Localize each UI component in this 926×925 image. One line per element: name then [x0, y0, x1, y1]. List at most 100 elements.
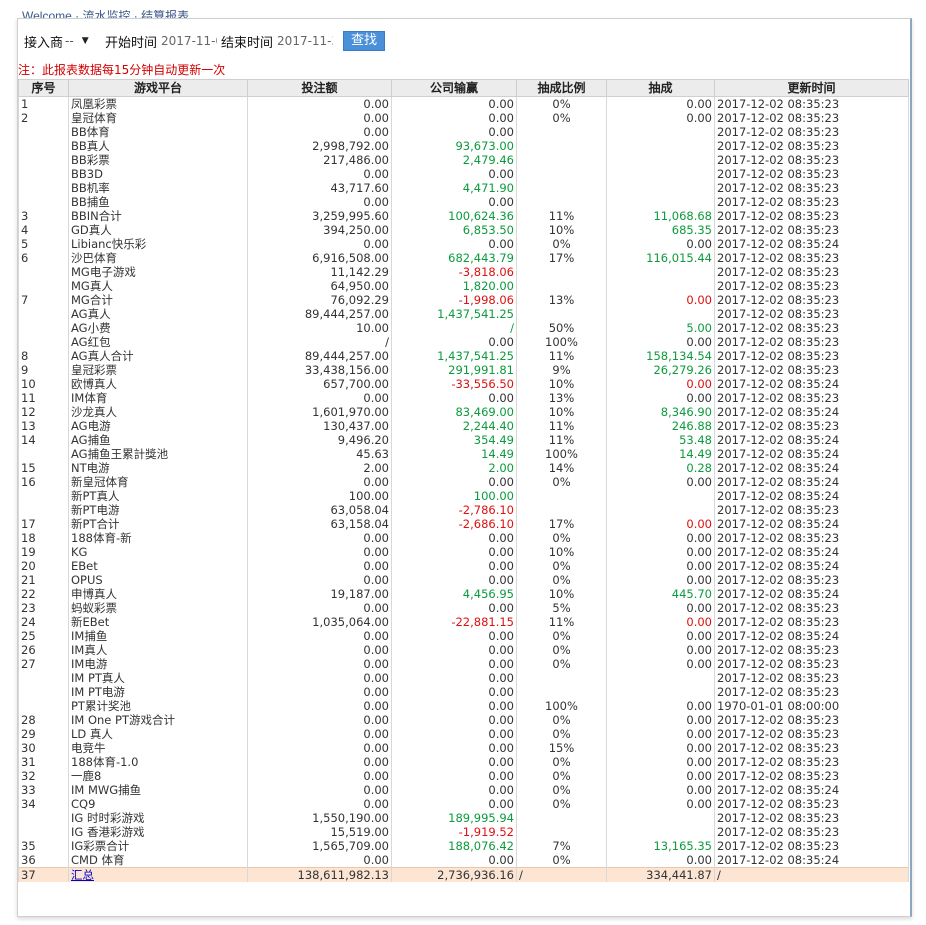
cell-update-time: 2017-12-02 08:35:23: [714, 125, 909, 139]
cell-platform: 188体育-1.0: [68, 755, 248, 769]
cell-platform: AG真人: [68, 307, 248, 321]
cell-update-time: 2017-12-02 08:35:24: [714, 783, 909, 797]
total-commission: 334,441.87: [606, 867, 715, 882]
cell-bet: 2.00: [247, 461, 392, 475]
cell-commission: 5.00: [606, 321, 715, 335]
cell-platform: 一鹿8: [68, 769, 248, 783]
table-row: 新PT真人 100.00 100.00 2017-12-02 08:35:24: [18, 489, 909, 503]
search-button[interactable]: 查找: [343, 31, 386, 51]
cell-commission: [606, 139, 715, 153]
cell-no: 17: [18, 517, 69, 531]
column-header-update-time[interactable]: 更新时间: [714, 79, 909, 97]
cell-platform: CQ9: [68, 797, 248, 811]
cell-commission: 0.00: [606, 797, 715, 811]
agent-select-value: --: [65, 34, 74, 48]
table-row: 31 188体育-1.0 0.00 0.00 0% 0.00 2017-12-02 08:3…: [18, 755, 909, 769]
cell-ratio: 0%: [516, 237, 607, 251]
cell-company-win: 4,456.95: [391, 587, 517, 601]
cell-platform: 新皇冠体育: [68, 475, 248, 489]
cell-platform: 皇冠彩票: [68, 363, 248, 377]
end-time-input[interactable]: 2017-11-30: [277, 32, 333, 50]
cell-commission: 0.00: [606, 517, 715, 531]
cell-company-win: 93,673.00: [391, 139, 517, 153]
agent-select[interactable]: -- ▼: [65, 32, 99, 50]
column-header-commission[interactable]: 抽成: [606, 79, 715, 97]
cell-company-win: -3,818.06: [391, 265, 517, 279]
cell-update-time: 2017-12-02 08:35:23: [714, 419, 909, 433]
cell-ratio: [516, 685, 607, 699]
cell-update-time: 2017-12-02 08:35:24: [714, 475, 909, 489]
cell-update-time: 2017-12-02 08:35:24: [714, 517, 909, 531]
total-no: 37: [18, 867, 69, 882]
cell-platform: BB真人: [68, 139, 248, 153]
cell-ratio: 0%: [516, 643, 607, 657]
settlement-report-table: 序号 游戏平台 投注额 公司输赢 抽成比例 抽成 更新时间 1 凤凰彩票 0.00 0…: [18, 79, 909, 882]
column-header-platform[interactable]: 游戏平台: [68, 79, 248, 97]
cell-company-win: 0.00: [391, 195, 517, 209]
cell-no: [18, 125, 69, 139]
cell-update-time: 2017-12-02 08:35:23: [714, 349, 909, 363]
table-row: 6 沙巴体育 6,916,508.00 682,443.79 17% 116,015.44…: [18, 251, 909, 265]
cell-bet: 0.00: [247, 195, 392, 209]
cell-ratio: 0%: [516, 853, 607, 868]
cell-ratio: 11%: [516, 209, 607, 223]
cell-company-win: 0.00: [391, 125, 517, 139]
cell-ratio: 13%: [516, 293, 607, 307]
cell-update-time: 2017-12-02 08:35:23: [714, 307, 909, 321]
start-time-input[interactable]: 2017-11-01: [161, 32, 217, 50]
cell-no: 31: [18, 755, 69, 769]
cell-commission: 14.49: [606, 447, 715, 461]
cell-update-time: 2017-12-02 08:35:23: [714, 195, 909, 209]
cell-commission: 0.00: [606, 573, 715, 587]
cell-company-win: 0.00: [391, 797, 517, 811]
table-row: 10 欧博真人 657,700.00 -33,556.50 10% 0.00 2017-12…: [18, 377, 909, 391]
cell-ratio: 0%: [516, 797, 607, 811]
cell-company-win: 189,995.94: [391, 811, 517, 825]
cell-platform: 新PT电游: [68, 503, 248, 517]
cell-commission: 0.00: [606, 531, 715, 545]
column-header-company-win[interactable]: 公司输赢: [391, 79, 517, 97]
table-row: BB机率 43,717.60 4,471.90 2017-12-02 08:35:23: [18, 181, 909, 195]
cell-commission: 0.00: [606, 601, 715, 615]
cell-company-win: 0.00: [391, 727, 517, 741]
cell-platform: CMD 体育: [68, 853, 248, 868]
column-header-ratio[interactable]: 抽成比例: [516, 79, 607, 97]
total-row: 37 汇总 138,611,982.13 2,736,936.16/334,441.8…: [18, 867, 909, 882]
cell-update-time: 2017-12-02 08:35:23: [714, 111, 909, 125]
cell-update-time: 2017-12-02 08:35:23: [714, 181, 909, 195]
cell-commission: 0.00: [606, 111, 715, 125]
cell-commission: [606, 195, 715, 209]
cell-commission: [606, 167, 715, 181]
cell-commission: 445.70: [606, 587, 715, 601]
cell-update-time: 2017-12-02 08:35:23: [714, 153, 909, 167]
cell-company-win: 2,244.40: [391, 419, 517, 433]
cell-platform: MG电子游戏: [68, 265, 248, 279]
cell-update-time: 2017-12-02 08:35:23: [714, 363, 909, 377]
cell-company-win: 0.00: [391, 573, 517, 587]
table-row: 18 188体育-新 0.00 0.00 0% 0.00 2017-12-02 08:35:…: [18, 531, 909, 545]
cell-company-win: 0.00: [391, 741, 517, 755]
table-row: IM PT真人 0.00 0.00 2017-12-02 08:35:23: [18, 671, 909, 685]
cell-commission: 0.00: [606, 783, 715, 797]
table-row: 12 沙龙真人 1,601,970.00 83,469.00 10% 8,346.90 20…: [18, 405, 909, 419]
cell-ratio: [516, 167, 607, 181]
cell-no: 13: [18, 419, 69, 433]
cell-commission: 0.00: [606, 545, 715, 559]
cell-company-win: -33,556.50: [391, 377, 517, 391]
table-row: 21 OPUS 0.00 0.00 0% 0.00 2017-12-02 08:35:23: [18, 573, 909, 587]
table-row: AG捕鱼王累計獎池 45.63 14.49 100% 14.49 2017-12-02 0…: [18, 447, 909, 461]
table-row: 7 MG合计 76,092.29 -1,998.06 13% 0.00 2017-12-02…: [18, 293, 909, 307]
cell-bet: 0.00: [247, 629, 392, 643]
cell-ratio: 5%: [516, 601, 607, 615]
cell-update-time: 2017-12-02 08:35:24: [714, 587, 909, 601]
cell-bet: 657,700.00: [247, 377, 392, 391]
cell-ratio: 0%: [516, 573, 607, 587]
table-row: BB彩票 217,486.00 2,479.46 2017-12-02 08:35:2…: [18, 153, 909, 167]
cell-no: 35: [18, 839, 69, 853]
cell-bet: 76,092.29: [247, 293, 392, 307]
cell-no: 18: [18, 531, 69, 545]
cell-no: 24: [18, 615, 69, 629]
total-summary-link[interactable]: 汇总: [71, 868, 94, 881]
column-header-no[interactable]: 序号: [18, 79, 69, 97]
column-header-bet[interactable]: 投注额: [247, 79, 392, 97]
